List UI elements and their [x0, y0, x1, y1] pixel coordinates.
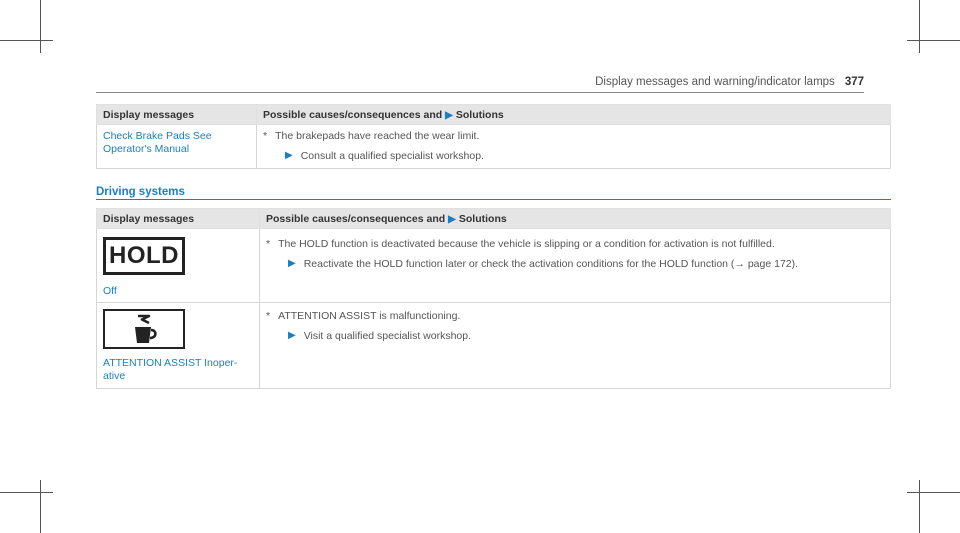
running-header-title: Display messages and warning/indicator l… — [595, 76, 835, 88]
hold-icon: HOLD — [103, 237, 185, 275]
message-table-driving-systems: Display messages Possible causes/consequ… — [96, 208, 891, 389]
crop-mark — [0, 40, 53, 41]
cause-text: The HOLD function is deactivated because… — [278, 238, 775, 250]
table-row: ATTENTION ASSIST Inoper-ative * ATTENTIO… — [96, 302, 891, 389]
crop-mark — [40, 480, 41, 533]
table-row: Check Brake Pads See Operator's Manual *… — [96, 124, 891, 169]
column-header-solutions-label: Solutions — [455, 108, 504, 121]
message-cell: HOLD Off — [96, 228, 260, 303]
cause-item: * ATTENTION ASSIST is malfunctioning. — [266, 310, 884, 322]
solution-arrow-icon: ▶ — [285, 150, 293, 161]
table-header-row: Display messages Possible causes/consequ… — [96, 208, 891, 229]
crop-mark — [0, 492, 53, 493]
message-table-brakes: Display messages Possible causes/consequ… — [96, 104, 891, 169]
solution-arrow-icon: ▶ — [288, 330, 296, 341]
cause-item: * The brakepads have reached the wear li… — [263, 130, 884, 142]
crop-mark — [40, 0, 41, 53]
cause-text: ATTENTION ASSIST is malfunctioning. — [278, 310, 461, 322]
hold-icon-label: HOLD — [109, 242, 179, 269]
column-header-causes: Possible causes/consequences and ▶ Solutio… — [256, 104, 891, 125]
message-cell: Check Brake Pads See Operator's Manual — [96, 124, 257, 169]
crop-mark — [919, 0, 920, 53]
section-title: Driving systems — [96, 186, 185, 198]
solution-item: ▶ Consult a qualified specialist worksho… — [285, 150, 884, 162]
bullet-icon: * — [266, 310, 271, 322]
solution-item: ▶ Visit a qualified specialist workshop. — [288, 330, 884, 342]
column-header-causes-label: Possible causes/consequences and — [263, 108, 443, 121]
bullet-icon: * — [263, 130, 268, 142]
solution-text: Consult a qualified specialist workshop. — [300, 150, 484, 162]
attention-assist-coffee-icon — [103, 309, 185, 349]
cause-item: * The HOLD function is deactivated becau… — [266, 238, 884, 250]
table-row: HOLD Off * The HOLD function is deactiva… — [96, 228, 891, 303]
coffee-cup-icon — [135, 314, 157, 343]
section-rule — [96, 199, 891, 200]
column-header-causes: Possible causes/consequences and ▶ Solutio… — [259, 208, 891, 229]
column-header-messages: Display messages — [96, 208, 260, 229]
column-header-causes-label: Possible causes/consequences and — [266, 212, 446, 225]
solution-text: Reactivate the HOLD function later or ch… — [303, 258, 799, 270]
cause-cell: * ATTENTION ASSIST is malfunctioning. ▶ … — [259, 302, 891, 389]
cause-cell: * The HOLD function is deactivated becau… — [259, 228, 891, 303]
message-cell: ATTENTION ASSIST Inoper-ative — [96, 302, 260, 389]
header-rule — [96, 92, 864, 93]
solution-text: Visit a qualified specialist workshop. — [303, 330, 472, 342]
solution-arrow-icon: ▶ — [288, 258, 296, 269]
solution-item: ▶ Reactivate the HOLD function later or … — [288, 258, 884, 270]
solution-arrow-icon: ▶ — [448, 213, 456, 225]
crop-mark — [907, 492, 960, 493]
display-message: ATTENTION ASSIST Inoper-ative — [103, 357, 238, 382]
cause-cell: * The brakepads have reached the wear li… — [256, 124, 891, 169]
crop-mark — [907, 40, 960, 41]
bullet-icon: * — [266, 238, 271, 250]
column-header-messages: Display messages — [96, 104, 257, 125]
running-header: Display messages and warning/indicator l… — [595, 76, 864, 88]
display-message: Check Brake Pads See Operator's Manual — [103, 130, 212, 155]
table-header-row: Display messages Possible causes/consequ… — [96, 104, 891, 125]
page-number: 377 — [844, 76, 864, 88]
display-message: Off — [103, 285, 117, 297]
crop-mark — [919, 480, 920, 533]
solution-arrow-icon: ▶ — [445, 109, 453, 121]
cause-text: The brakepads have reached the wear limi… — [275, 130, 480, 142]
column-header-solutions-label: Solutions — [458, 212, 507, 225]
